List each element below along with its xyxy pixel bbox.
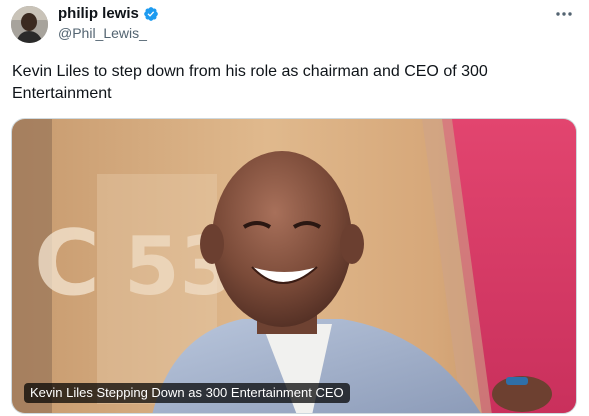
author-handle[interactable]: @Phil_Lewis_ — [58, 24, 147, 42]
tweet-text: Kevin Liles to step down from his role a… — [12, 63, 488, 102]
author-name-row: philip lewis — [58, 5, 159, 23]
avatar[interactable] — [11, 6, 48, 43]
verified-badge-icon — [143, 6, 159, 22]
tweet-media-image[interactable]: C 53 Kevin Liles Stepping Down as 300 En… — [11, 118, 577, 414]
author-display-name[interactable]: philip lewis — [58, 5, 139, 23]
media-caption: Kevin Liles Stepping Down as 300 Enterta… — [24, 383, 350, 403]
svg-text:C: C — [34, 211, 100, 316]
more-options-button[interactable] — [553, 2, 575, 24]
tweet-card: philip lewis @Phil_Lewis_ Kevin Liles to… — [0, 0, 589, 416]
more-options-icon — [555, 4, 573, 22]
